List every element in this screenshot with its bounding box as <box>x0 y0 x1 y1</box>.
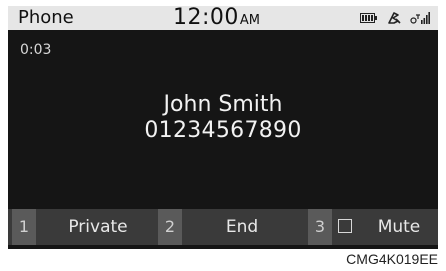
clock: 12:00AM <box>173 6 260 33</box>
status-bar: Phone 12:00AM <box>8 6 438 30</box>
clock-ampm: AM <box>239 13 261 28</box>
caller-number: 01234567890 <box>144 118 302 143</box>
call-timer: 0:03 <box>20 42 52 58</box>
phone-screen: Phone 12:00AM 0:03 John Smith 0123456789… <box>8 6 438 249</box>
softkey-3-number: 3 <box>308 209 332 245</box>
softkey-1-number: 1 <box>12 209 36 245</box>
signal-icon <box>410 11 430 25</box>
bluetooth-icon <box>386 10 402 26</box>
softkey-bar: 1 Private 2 End 3 Mute <box>8 209 438 245</box>
end-call-button[interactable]: End <box>184 209 300 245</box>
clock-time: 12:00 <box>173 6 239 30</box>
softkey-2-number: 2 <box>158 209 182 245</box>
status-icons <box>360 10 430 26</box>
mute-button[interactable]: Mute <box>363 209 435 245</box>
mute-checkbox[interactable] <box>338 219 352 233</box>
battery-icon <box>360 12 378 24</box>
app-title: Phone <box>18 7 74 28</box>
private-button[interactable]: Private <box>38 209 158 245</box>
image-caption: CMG4K019EE <box>346 251 438 267</box>
caller-name: John Smith <box>163 92 283 117</box>
